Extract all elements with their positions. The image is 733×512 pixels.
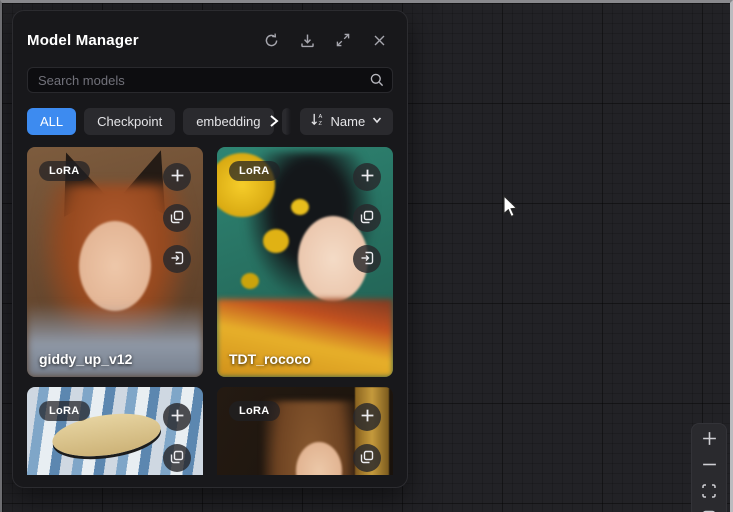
plus-icon xyxy=(360,408,375,426)
zoom-in-button[interactable] xyxy=(695,427,723,453)
sort-dropdown[interactable]: A Z Name xyxy=(300,108,394,135)
refresh-button[interactable] xyxy=(261,30,281,50)
zoom-out-button[interactable] xyxy=(695,453,723,479)
search-icon xyxy=(369,72,385,93)
copy-icon xyxy=(360,450,374,467)
expand-button[interactable] xyxy=(333,30,353,50)
model-card-3[interactable]: LoRA xyxy=(27,387,203,475)
add-model-button[interactable] xyxy=(163,403,191,431)
mouse-cursor xyxy=(501,195,519,224)
copy-model-button[interactable] xyxy=(163,444,191,472)
import-icon xyxy=(170,251,184,268)
copy-icon xyxy=(170,450,184,467)
copy-icon xyxy=(360,210,374,227)
model-manager-panel: Model Manager xyxy=(12,10,408,488)
load-model-button[interactable] xyxy=(163,245,191,273)
download-icon xyxy=(299,32,316,49)
filter-all[interactable]: ALL xyxy=(27,108,76,135)
model-card-grid: LoRA xyxy=(27,147,393,475)
model-name: TDT_rococo xyxy=(229,351,311,367)
more-tools-icon xyxy=(701,509,717,512)
close-icon xyxy=(372,33,387,48)
add-model-button[interactable] xyxy=(353,403,381,431)
filter-checkpoint[interactable]: Checkpoint xyxy=(84,108,175,135)
model-type-badge: LoRA xyxy=(229,161,280,181)
plus-icon xyxy=(170,168,185,186)
sort-label: Name xyxy=(331,114,366,129)
sort-alpha-icon: A Z xyxy=(310,112,325,130)
panel-title: Model Manager xyxy=(27,32,139,49)
model-type-badge: LoRA xyxy=(39,161,90,181)
load-model-button[interactable] xyxy=(353,245,381,273)
copy-model-button[interactable] xyxy=(163,204,191,232)
fit-view-button[interactable] xyxy=(695,479,723,505)
copy-icon xyxy=(170,210,184,227)
copy-model-button[interactable] xyxy=(353,204,381,232)
model-type-badge: LoRA xyxy=(39,401,90,421)
add-model-button[interactable] xyxy=(353,163,381,191)
more-tools-button[interactable] xyxy=(695,505,723,512)
refresh-icon xyxy=(263,32,280,49)
expand-icon xyxy=(335,32,351,48)
copy-model-button[interactable] xyxy=(353,444,381,472)
search-input[interactable] xyxy=(27,67,393,93)
fit-view-icon xyxy=(701,483,717,502)
plus-icon xyxy=(170,408,185,426)
close-button[interactable] xyxy=(369,30,389,50)
model-card-giddy-up-v12[interactable]: LoRA xyxy=(27,147,203,377)
plus-icon xyxy=(360,168,375,186)
filters-scroll-right-icon[interactable] xyxy=(267,113,281,134)
filter-row: ALL Checkpoint embedding Hypernetwork A … xyxy=(27,107,393,135)
filter-hypernetwork[interactable]: Hypernetwork xyxy=(282,108,292,135)
filter-embedding[interactable]: embedding xyxy=(183,108,273,135)
minus-icon xyxy=(701,456,718,476)
chevron-down-icon xyxy=(371,114,383,129)
add-model-button[interactable] xyxy=(163,163,191,191)
model-type-badge: LoRA xyxy=(229,401,280,421)
svg-text:Z: Z xyxy=(318,121,322,127)
svg-text:A: A xyxy=(318,114,322,120)
panel-header: Model Manager xyxy=(27,23,393,57)
node-editor-canvas[interactable]: Model Manager xyxy=(0,0,733,512)
import-icon xyxy=(360,251,374,268)
search-bar xyxy=(27,67,393,93)
plus-icon xyxy=(701,430,718,450)
model-card-4[interactable]: LoRA xyxy=(217,387,393,475)
model-card-tdt-rococo[interactable]: LoRA xyxy=(217,147,393,377)
panel-header-actions xyxy=(261,30,393,50)
model-name: giddy_up_v12 xyxy=(39,351,132,367)
canvas-zoom-toolbar xyxy=(691,423,727,512)
download-button[interactable] xyxy=(297,30,317,50)
